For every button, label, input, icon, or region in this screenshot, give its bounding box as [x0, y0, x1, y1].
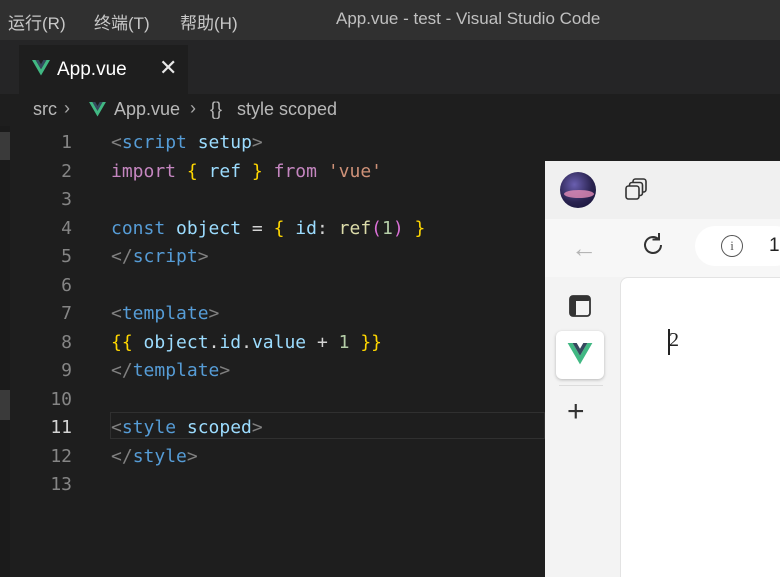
line-number: 9 — [61, 360, 72, 381]
code-text: </script> — [111, 246, 209, 267]
chevron-right-icon: › — [190, 98, 196, 118]
scroll-mark — [0, 390, 10, 420]
breadcrumb: src › App.vue › {} style scoped — [0, 94, 780, 126]
info-icon[interactable]: i — [721, 235, 743, 257]
code-editor[interactable]: 1 <script setup> 2 import { ref } from '… — [10, 126, 545, 577]
tab-label: App.vue — [57, 59, 127, 80]
line-number: 2 — [61, 161, 72, 182]
line-number: 6 — [61, 275, 72, 296]
avatar[interactable] — [560, 172, 596, 208]
browser-page[interactable]: 2 — [620, 277, 780, 577]
code-text: </template> — [111, 360, 231, 381]
new-tab-plus-icon[interactable]: + — [567, 397, 585, 427]
menu-run[interactable]: 运行(R) — [8, 9, 66, 34]
browser-toolbar: ← i 1 — [545, 219, 780, 277]
back-arrow-icon[interactable]: ← — [571, 233, 597, 264]
code-text: {{ object.id.value + 1 }} — [111, 332, 383, 353]
code-text: <style scoped> — [111, 417, 263, 438]
code-text: <template> — [111, 303, 220, 324]
window-title: App.vue - test - Visual Studio Code — [336, 9, 601, 28]
code-text: import { ref } from 'vue' — [111, 161, 382, 182]
breadcrumb-file[interactable]: App.vue — [114, 99, 180, 120]
close-icon[interactable]: ✕ — [159, 55, 177, 81]
braces-icon: {} — [210, 99, 223, 119]
code-line: 12 </style> — [10, 442, 545, 471]
url-text: 1 — [769, 235, 780, 256]
code-line: 13 — [10, 470, 545, 499]
browser-sidebar: + — [545, 277, 620, 577]
code-line: 3 — [10, 185, 545, 214]
code-line: 5 </script> — [10, 242, 545, 271]
menu-help[interactable]: 帮助(H) — [180, 9, 238, 34]
left-edge-strip — [0, 126, 10, 577]
reload-icon[interactable] — [639, 231, 667, 259]
code-line: 8 {{ object.id.value + 1 }} — [10, 328, 545, 357]
address-bar[interactable]: i 1 — [695, 226, 780, 266]
title-bar: 运行(R) 终端(T) 帮助(H) App.vue - test - Visua… — [0, 0, 780, 40]
code-line: 6 — [10, 271, 545, 300]
scroll-mark — [0, 132, 10, 160]
tab-actions-icon[interactable] — [625, 177, 651, 201]
line-number: 10 — [50, 389, 72, 410]
code-text: </style> — [111, 446, 198, 467]
line-number: 5 — [61, 246, 72, 267]
sidebar-divider — [559, 385, 603, 386]
breadcrumb-folder[interactable]: src — [33, 99, 57, 120]
breadcrumb-symbol[interactable]: style scoped — [237, 99, 337, 120]
line-number: 13 — [50, 474, 72, 495]
vue-file-icon — [32, 60, 50, 76]
code-line: 10 — [10, 385, 545, 414]
line-number: 12 — [50, 446, 72, 467]
vue-file-icon — [89, 102, 106, 117]
code-text: const object = { id: ref(1) } — [111, 218, 426, 239]
chevron-right-icon: › — [64, 98, 70, 118]
browser-titlebar — [545, 161, 780, 219]
line-number: 7 — [61, 303, 72, 324]
code-line: 4 const object = { id: ref(1) } — [10, 214, 545, 243]
vue-logo-icon — [567, 343, 593, 365]
code-line: 9 </template> — [10, 356, 545, 385]
tab-app-vue[interactable]: App.vue ✕ — [19, 45, 188, 95]
split-screen-icon[interactable] — [569, 295, 591, 317]
code-line: 1 <script setup> — [10, 128, 545, 157]
line-number-active: 11 — [50, 417, 72, 438]
line-number: 1 — [61, 132, 72, 153]
line-number: 4 — [61, 218, 72, 239]
sidebar-tab-vue[interactable] — [556, 331, 604, 379]
code-line: 11 <style scoped> — [10, 413, 545, 442]
code-line: 7 <template> — [10, 299, 545, 328]
menu-terminal[interactable]: 终端(T) — [94, 9, 150, 34]
line-number: 3 — [61, 189, 72, 210]
code-line: 2 import { ref } from 'vue' — [10, 157, 545, 186]
code-text: <script setup> — [111, 132, 263, 153]
browser-window: ← i 1 + 2 — [545, 161, 780, 577]
page-output-text: 2 — [669, 329, 679, 351]
line-number: 8 — [61, 332, 72, 353]
